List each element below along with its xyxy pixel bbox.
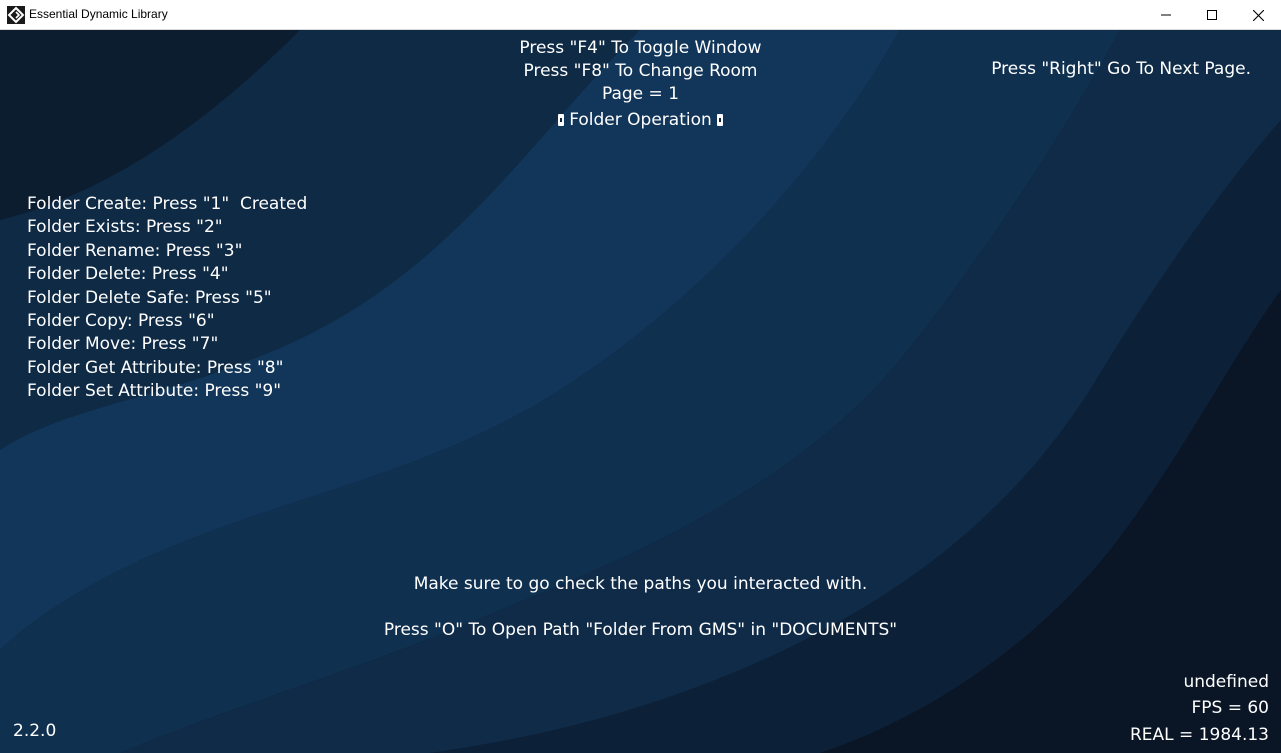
- real-fps-counter: REAL = 1984.13: [1129, 725, 1269, 745]
- debug-value: undefined: [1183, 672, 1269, 692]
- window-title: Essential Dynamic Library: [29, 7, 168, 21]
- page-indicator: Page = 1: [601, 84, 680, 104]
- menu-item-folder-delete[interactable]: Folder Delete: Press "4": [27, 263, 307, 286]
- window-titlebar[interactable]: Essential Dynamic Library: [0, 0, 1281, 30]
- close-icon: [1252, 9, 1264, 21]
- game-canvas[interactable]: Press "F4" To Toggle Window Press "F8" T…: [0, 30, 1281, 753]
- menu-item-folder-get-attribute[interactable]: Folder Get Attribute: Press "8": [27, 357, 307, 380]
- maximize-icon: [1207, 10, 1217, 20]
- minimize-icon: [1161, 14, 1171, 16]
- check-paths-hint: Make sure to go check the paths you inte…: [413, 574, 868, 594]
- close-button[interactable]: [1235, 0, 1281, 30]
- menu-item-folder-move[interactable]: Folder Move: Press "7": [27, 333, 307, 356]
- toggle-window-hint: Press "F4" To Toggle Window: [519, 38, 762, 58]
- menu-item-folder-set-attribute[interactable]: Folder Set Attribute: Press "9": [27, 380, 307, 403]
- section-marker-right-icon: [717, 114, 724, 126]
- section-title-label: Folder Operation: [569, 110, 712, 130]
- version-label: 2.2.0: [13, 721, 57, 741]
- minimize-button[interactable]: [1143, 0, 1189, 30]
- next-page-hint: Press "Right" Go To Next Page.: [991, 59, 1251, 79]
- menu-item-folder-exists[interactable]: Folder Exists: Press "2": [27, 216, 307, 239]
- menu-item-folder-copy[interactable]: Folder Copy: Press "6": [27, 310, 307, 333]
- open-path-hint: Press "O" To Open Path "Folder From GMS"…: [383, 620, 898, 640]
- app-logo-icon: [7, 6, 25, 24]
- menu-item-folder-create[interactable]: Folder Create: Press "1" Created: [27, 193, 307, 216]
- fps-counter: FPS = 60: [1191, 698, 1269, 718]
- menu-item-folder-delete-safe[interactable]: Folder Delete Safe: Press "5": [27, 287, 307, 310]
- status-label: Created: [239, 194, 308, 214]
- folder-operation-list: Folder Create: Press "1" Created Folder …: [27, 193, 307, 404]
- section-title: Folder Operation: [0, 109, 1281, 132]
- menu-item-folder-rename[interactable]: Folder Rename: Press "3": [27, 240, 307, 263]
- maximize-button[interactable]: [1189, 0, 1235, 30]
- section-marker-left-icon: [557, 114, 564, 126]
